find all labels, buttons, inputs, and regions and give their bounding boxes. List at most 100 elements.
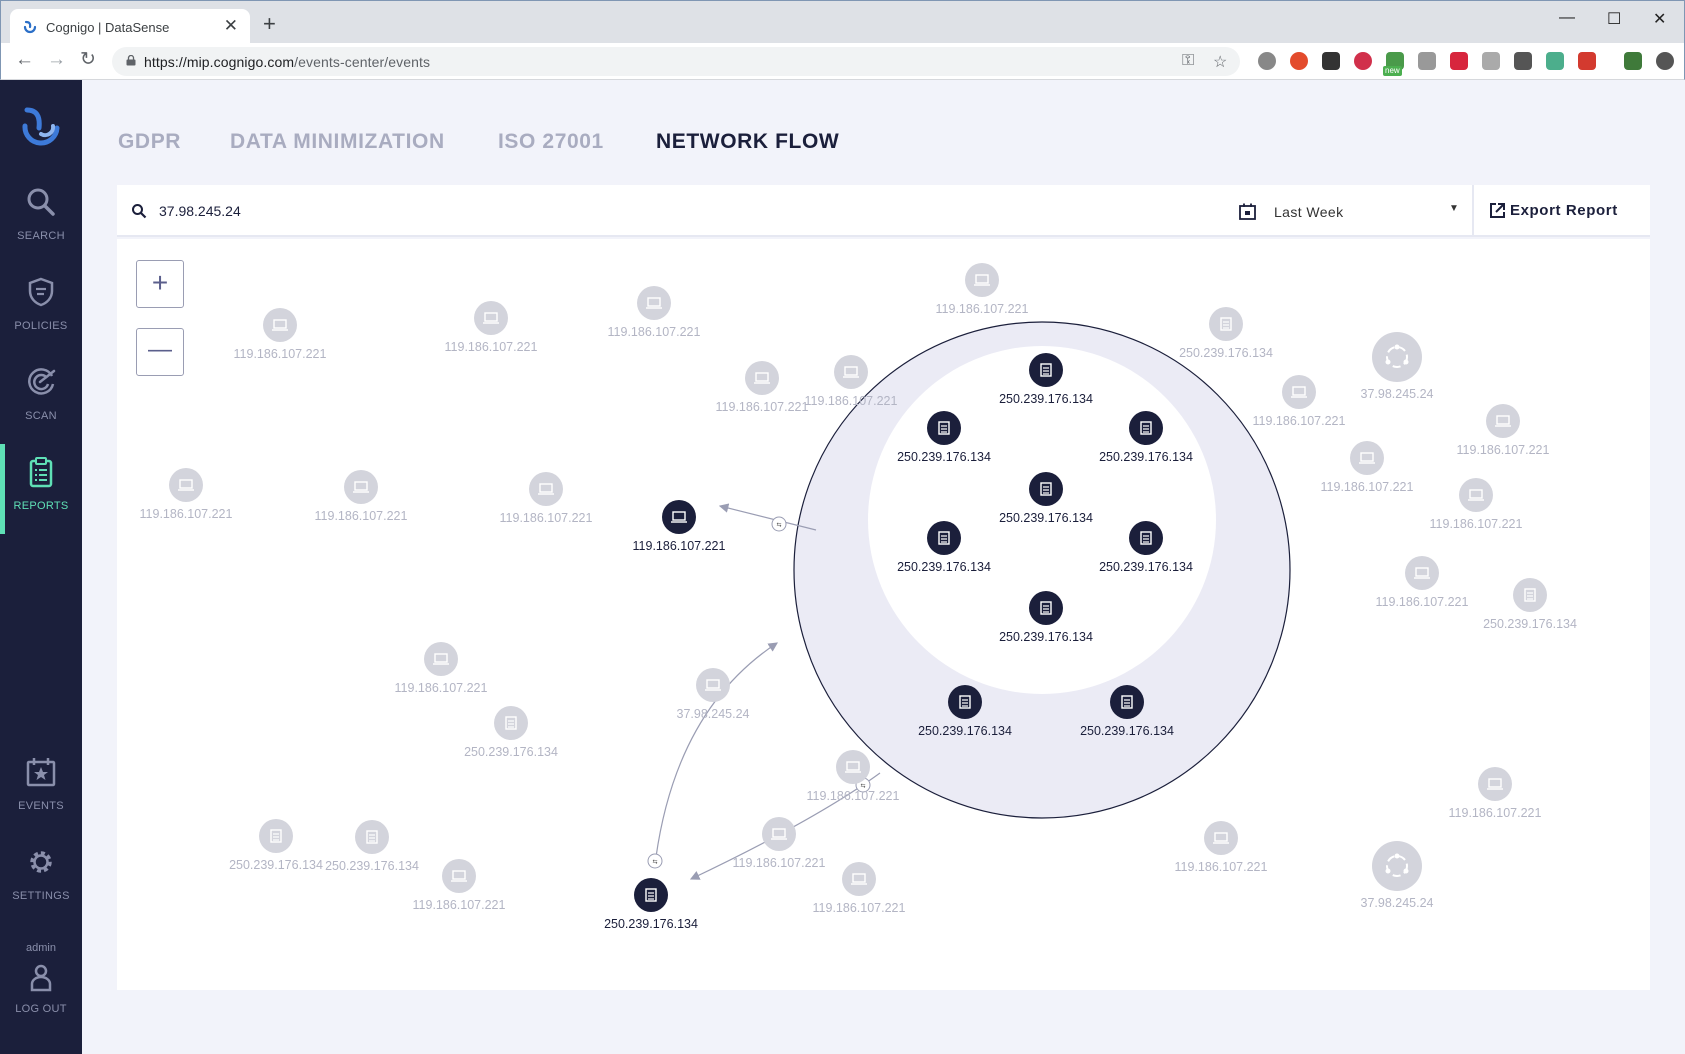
extension-4-icon[interactable] [1354, 52, 1372, 70]
browser-window: Cognigo | DataSense ✕ + — ☐ ✕ ← → ↻ http… [0, 0, 1685, 1054]
graph-node[interactable]: 119.186.107.221 [1430, 478, 1523, 531]
graph-node[interactable]: 119.186.107.221 [1321, 441, 1414, 494]
browser-tabstrip: Cognigo | DataSense ✕ + — ☐ ✕ [0, 0, 1685, 44]
node-label: 119.186.107.221 [1430, 517, 1523, 531]
node-circle [965, 263, 999, 297]
search-input[interactable] [159, 199, 559, 223]
cognigo-favicon-icon [23, 20, 37, 34]
graph-node[interactable]: 119.186.107.221 [315, 470, 408, 523]
radar-icon [28, 368, 56, 395]
extension-1-icon[interactable] [1258, 52, 1276, 70]
export-report-button[interactable]: Export Report [1489, 185, 1639, 237]
graph-node[interactable]: 119.186.107.221 [1376, 556, 1469, 609]
tab-data-minimization[interactable]: DATA MINIMIZATION [230, 130, 445, 154]
graph-node[interactable]: 119.186.107.221 [1457, 404, 1550, 457]
sidebar-item-events[interactable]: EVENTS [0, 750, 82, 830]
tab-network-flow[interactable]: NETWORK FLOW [656, 130, 839, 154]
graph-node[interactable]: 119.186.107.221 [500, 472, 593, 525]
sidebar-item-search[interactable]: SEARCH [0, 180, 82, 260]
maximize-button[interactable]: ☐ [1607, 9, 1621, 29]
graph-node[interactable]: 37.98.245.24 [677, 668, 750, 721]
sidebar-item-reports[interactable]: REPORTS [0, 444, 82, 534]
extension-3-icon[interactable] [1322, 52, 1340, 70]
extension-12-icon[interactable] [1624, 52, 1642, 70]
back-arrow-icon[interactable]: ← [15, 50, 34, 69]
graph-node[interactable]: 119.186.107.221 [1449, 767, 1542, 820]
key-icon[interactable]: ⚿ [1182, 52, 1194, 70]
date-range-select[interactable] [1227, 185, 1467, 237]
node-label: 37.98.245.24 [1361, 387, 1434, 401]
zoom-out-button[interactable]: — [136, 328, 184, 376]
graph-node[interactable]: 37.98.245.24 [1361, 841, 1434, 910]
node-circle [662, 500, 696, 534]
edge-badge-icon: ⇆ [652, 859, 657, 866]
node-circle [355, 820, 389, 854]
graph-node[interactable]: 250.239.176.134 [1483, 578, 1577, 631]
graph-node[interactable]: 119.186.107.221 [633, 500, 726, 553]
close-window-button[interactable]: ✕ [1653, 9, 1666, 29]
zoom-in-button[interactable]: + [136, 260, 184, 308]
extension-6-icon[interactable] [1418, 52, 1436, 70]
graph-node[interactable]: 119.186.107.221 [395, 642, 488, 695]
search-icon [132, 204, 147, 219]
sidebar-item-policies[interactable]: POLICIES [0, 270, 82, 350]
node-circle [1350, 441, 1384, 475]
extension-11-icon[interactable] [1578, 52, 1596, 70]
sidebar-item-scan[interactable]: SCAN [0, 360, 82, 440]
node-circle [1478, 767, 1512, 801]
reload-icon[interactable]: ↻ [80, 50, 96, 69]
graph-node[interactable]: 250.239.176.134 [325, 820, 419, 873]
graph-node[interactable]: 250.239.176.134 [229, 819, 323, 872]
export-report-label: Export Report [1510, 202, 1618, 219]
graph-node[interactable]: 37.98.245.24 [1361, 332, 1434, 401]
new-tab-button[interactable]: + [263, 13, 276, 35]
graph-node[interactable]: 119.186.107.221 [733, 817, 826, 870]
graph-node[interactable]: 250.239.176.134 [1179, 307, 1273, 360]
graph-node[interactable]: 119.186.107.221 [813, 862, 906, 915]
extension-7-icon[interactable] [1450, 52, 1468, 70]
browser-tab[interactable]: Cognigo | DataSense ✕ [10, 9, 250, 44]
node-label: 119.186.107.221 [733, 856, 826, 870]
extension-13-icon[interactable] [1656, 52, 1674, 70]
address-bar[interactable]: https://mip.cognigo.com/events-center/ev… [112, 47, 1240, 76]
network-flow-graph[interactable]: ⇆⇆⇆ 119.186.107.221 119.186.107.221119.18… [117, 239, 1650, 990]
graph-node[interactable]: 119.186.107.221 [716, 361, 809, 414]
graph-node[interactable]: 119.186.107.221 [1253, 375, 1346, 428]
graph-node[interactable]: 250.239.176.134 [464, 706, 558, 759]
sidebar-item-settings[interactable]: SETTINGS [0, 840, 82, 920]
node-label: 250.239.176.134 [999, 392, 1093, 406]
node-label: 250.239.176.134 [604, 917, 698, 931]
current-user: admin [26, 942, 56, 954]
node-circle [1129, 521, 1163, 555]
tab-iso-27001[interactable]: ISO 27001 [498, 130, 604, 154]
extension-8-icon[interactable] [1482, 52, 1500, 70]
date-range-value: Last Week [1274, 204, 1344, 220]
graph-node[interactable]: 119.186.107.221 [445, 301, 538, 354]
node-label: 250.239.176.134 [1483, 617, 1577, 631]
logout-button[interactable]: LOG OUT [0, 958, 82, 1038]
extension-2-icon[interactable] [1290, 52, 1308, 70]
cognigo-logo-icon[interactable] [19, 104, 63, 148]
star-icon[interactable]: ☆ [1213, 52, 1227, 72]
tab-gdpr[interactable]: GDPR [118, 130, 181, 154]
minimize-button[interactable]: — [1559, 9, 1575, 27]
extension-10-icon[interactable] [1546, 52, 1564, 70]
forward-arrow-icon[interactable]: → [47, 50, 66, 69]
graph-node[interactable]: 250.239.176.134 [604, 878, 698, 931]
url-text: https://mip.cognigo.com/events-center/ev… [144, 54, 430, 70]
node-label: 250.239.176.134 [325, 859, 419, 873]
gear-icon [30, 851, 52, 873]
graph-node[interactable]: 119.186.107.221 [234, 308, 327, 361]
extension-9-icon[interactable] [1514, 52, 1532, 70]
new-badge: new [1383, 66, 1402, 76]
node-circle [1405, 556, 1439, 590]
graph-node[interactable]: 119.186.107.221 [936, 263, 1029, 316]
graph-node[interactable]: 119.186.107.221 [1175, 821, 1268, 874]
graph-node[interactable]: 119.186.107.221 [413, 859, 506, 912]
node-label: 119.186.107.221 [1457, 443, 1550, 457]
graph-node[interactable]: 119.186.107.221 [608, 286, 701, 339]
node-circle [834, 355, 868, 389]
tab-close-icon[interactable]: ✕ [224, 16, 238, 36]
graph-node[interactable]: 119.186.107.221 [140, 468, 233, 521]
url-host: https://mip.cognigo.com [144, 54, 295, 70]
